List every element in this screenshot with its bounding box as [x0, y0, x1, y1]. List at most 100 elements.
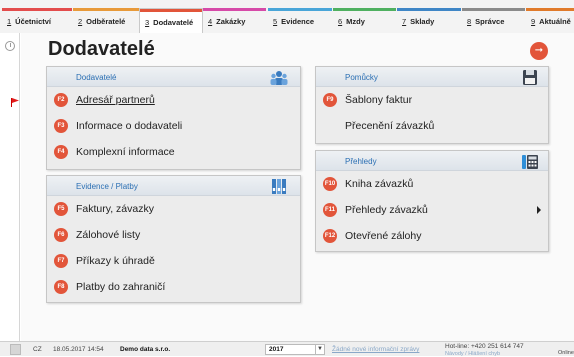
- bookmark-flag-icon: [11, 98, 19, 107]
- year-value: 2017: [269, 346, 284, 353]
- tab-number: 1: [7, 17, 12, 26]
- menu-item-label: Příkazy k úhradě: [76, 255, 155, 267]
- exit-icon[interactable]: ➞: [530, 42, 548, 60]
- status-settings-icon[interactable]: [10, 344, 21, 355]
- menu-item-informace-o-dodavateli[interactable]: F3 Informace o dodavateli: [47, 113, 300, 139]
- menu-item-faktury-zavazky[interactable]: F5 Faktury, závazky: [47, 196, 300, 222]
- year-select[interactable]: 2017 ▼: [265, 344, 325, 355]
- tab-mzdy[interactable]: 6 Mzdy: [333, 8, 396, 33]
- tab-color-strip: [2, 8, 72, 11]
- tab-color-strip: [73, 8, 139, 11]
- history-icon[interactable]: [5, 41, 15, 51]
- menu-item-label: Přehledy závazků: [345, 204, 428, 216]
- tab-color-strip: [462, 8, 525, 11]
- status-hotline-links[interactable]: Návody / Hlášení chyb: [445, 351, 500, 357]
- menu-item-kniha-zavazku[interactable]: F10 Kniha závazků: [316, 171, 548, 197]
- people-icon: [270, 71, 288, 85]
- menu-item-label: Kniha závazků: [345, 178, 414, 190]
- status-messages[interactable]: Žádné nové informační zprávy: [332, 346, 419, 353]
- tab-label: Aktuálně: [539, 17, 571, 26]
- left-sidebar: [0, 33, 20, 341]
- status-bar: CZ 18.05.2017 14:54 Demo data s.r.o. 201…: [0, 341, 574, 357]
- tab-ucetnictvi[interactable]: 1 Účetnictví: [2, 8, 72, 33]
- status-company: Demo data s.r.o.: [120, 346, 171, 353]
- shortcut-badge: F4: [54, 145, 68, 159]
- tab-odberatele[interactable]: 2 Odběratelé: [73, 8, 139, 33]
- shortcut-badge: F8: [54, 280, 68, 294]
- menu-item-zalohove-listy[interactable]: F6 Zálohové listy: [47, 222, 300, 248]
- tab-evidence[interactable]: 5 Evidence: [268, 8, 332, 33]
- tab-number: 4: [208, 17, 213, 26]
- menu-item-komplexni-informace[interactable]: F4 Komplexní informace: [47, 139, 300, 165]
- tab-label: Zakázky: [216, 17, 246, 26]
- shortcut-badge: F11: [323, 203, 337, 217]
- shortcut-badge: F2: [54, 93, 68, 107]
- tab-label: Dodavatelé: [153, 18, 194, 27]
- panel-header: Dodavatelé: [47, 67, 300, 87]
- shortcut-badge: F6: [54, 228, 68, 242]
- menu-item-label: Komplexní informace: [76, 146, 175, 158]
- shortcut-badge: F10: [323, 177, 337, 191]
- status-locale: CZ: [33, 346, 42, 353]
- panel-title: Dodavatelé: [76, 73, 117, 82]
- tab-number: 2: [78, 17, 83, 26]
- tab-number: 8: [467, 17, 472, 26]
- menu-item-preceneni-zavazku[interactable]: Přecenění závazků: [316, 113, 548, 139]
- panel-pomucky: Pomůcky F9 Šablony faktur Přecenění záva…: [315, 66, 549, 144]
- tab-aktualne[interactable]: 9 Aktuálně: [526, 8, 574, 33]
- panel-header: Evidence / Platby: [47, 176, 300, 196]
- tab-dodavatele[interactable]: 3 Dodavatelé: [139, 8, 203, 33]
- shortcut-badge: F3: [54, 119, 68, 133]
- tab-color-strip: [526, 8, 574, 11]
- shortcut-badge: F7: [54, 254, 68, 268]
- chevron-down-icon: ▼: [315, 345, 324, 354]
- panel-prehledy: Přehledy F10 Kniha závazků F11 Přehledy …: [315, 150, 549, 252]
- module-tabbar: 1 Účetnictví 2 Odběratelé 3 Dodavatelé 4 Zak…: [0, 0, 574, 33]
- menu-item-label: Otevřené zálohy: [345, 230, 422, 242]
- status-online: Online: [558, 350, 574, 356]
- tab-spravce[interactable]: 8 Správce: [462, 8, 525, 33]
- tab-label: Odběratelé: [86, 17, 126, 26]
- panel-evidence-platby: Evidence / Platby F5 Faktury, závazky F6…: [46, 175, 301, 303]
- panel-header: Pomůcky: [316, 67, 548, 87]
- tab-color-strip: [268, 8, 332, 11]
- menu-item-platby-do-zahranici[interactable]: F8 Platby do zahraničí: [47, 274, 300, 300]
- menu-item-label: Adresář partnerů: [76, 94, 155, 106]
- tab-label: Správce: [475, 17, 505, 26]
- menu-item-label: Šablony faktur: [345, 94, 413, 106]
- tab-sklady[interactable]: 7 Sklady: [397, 8, 461, 33]
- tab-color-strip: [397, 8, 461, 11]
- tab-label: Evidence: [281, 17, 315, 26]
- tab-number: 5: [273, 17, 278, 26]
- shortcut-badge: F9: [323, 93, 337, 107]
- tab-color-strip: [203, 8, 266, 11]
- page-title: Dodavatelé: [48, 38, 155, 60]
- menu-item-label: Platby do zahraničí: [76, 281, 166, 293]
- shortcut-badge: F12: [323, 229, 337, 243]
- menu-item-label: Faktury, závazky: [76, 203, 154, 215]
- tab-number: 6: [338, 17, 343, 26]
- shortcut-badge: F5: [54, 202, 68, 216]
- menu-item-label: Informace o dodavateli: [76, 120, 183, 132]
- tab-label: Sklady: [410, 17, 435, 26]
- status-hotline: Hot-line: +420 251 614 747: [445, 343, 524, 350]
- tab-number: 3: [145, 18, 150, 27]
- menu-item-label: Zálohové listy: [76, 229, 141, 241]
- tab-zakazky[interactable]: 4 Zakázky: [203, 8, 266, 33]
- menu-item-prehledy-zavazku[interactable]: F11 Přehledy závazků: [316, 197, 548, 223]
- panel-header: Přehledy: [316, 151, 548, 171]
- menu-item-prikazy-k-uhrade[interactable]: F7 Příkazy k úhradě: [47, 248, 300, 274]
- tab-color-strip: [140, 9, 202, 12]
- submenu-arrow-icon: [537, 206, 541, 214]
- menu-item-label: Přecenění závazků: [345, 120, 435, 132]
- menu-item-otevrene-zalohy[interactable]: F12 Otevřené zálohy: [316, 223, 548, 249]
- status-datetime: 18.05.2017 14:54: [53, 346, 104, 353]
- panel-title: Pomůcky: [345, 73, 378, 82]
- menu-item-sablony-faktur[interactable]: F9 Šablony faktur: [316, 87, 548, 113]
- panel-dodavatele: Dodavatelé F2 Adresář partnerů F3 Inform…: [46, 66, 301, 170]
- tab-color-strip: [333, 8, 396, 11]
- tab-label: Mzdy: [346, 17, 365, 26]
- tab-number: 9: [531, 17, 536, 26]
- menu-item-adresar-partneru[interactable]: F2 Adresář partnerů: [47, 87, 300, 113]
- binders-icon: [272, 179, 286, 194]
